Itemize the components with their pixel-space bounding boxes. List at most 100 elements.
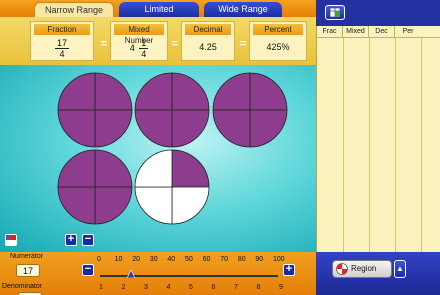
pie-slice-filled[interactable] (171, 109, 210, 148)
table-add-icon (329, 7, 341, 18)
pie-5[interactable] (134, 149, 210, 225)
fraction-box: Fraction 17 4 (30, 21, 94, 61)
fraction-denominator: 4 (59, 49, 65, 59)
mixed-number-box: Mixed Number 4 1 4 (110, 21, 168, 61)
results-table-header: Frac Mixed Dec Per (317, 26, 440, 38)
pie-slice-filled[interactable] (94, 186, 133, 225)
pie-slice-filled[interactable] (171, 72, 210, 111)
model-menu-arrow[interactable]: ▲ (394, 260, 406, 278)
slider-panel: Numerator 17 − 0 10 20 30 40 50 60 70 80 90 100 + … (0, 252, 316, 295)
pie-slice-empty[interactable] (134, 186, 173, 225)
pie-slice-filled[interactable] (134, 109, 173, 148)
numerator-tick-label: 70 (220, 256, 228, 263)
remove-pie-button[interactable]: − (82, 234, 94, 246)
pie-slice-empty[interactable] (134, 149, 173, 188)
pie-slice-filled[interactable] (57, 72, 96, 111)
pie-1[interactable] (57, 72, 133, 148)
denominator-tick-label: 4 (166, 284, 171, 291)
decimal-label: Decimal (185, 24, 231, 35)
pie-slice-filled[interactable] (94, 109, 133, 148)
table-toolbar (316, 0, 440, 26)
numerator-tick-label: 0 (97, 256, 101, 263)
denominator-tick-label: 2 (121, 284, 126, 291)
column-divider (395, 38, 396, 252)
numerator-tick-label: 90 (255, 256, 264, 263)
percent-value: 425% (266, 42, 290, 52)
mixed-number-label: Mixed Number (114, 24, 164, 45)
denominator-tick-label: 3 (144, 284, 148, 291)
region-model-icon[interactable] (5, 234, 17, 246)
pie-slice-filled[interactable] (94, 149, 133, 188)
add-pie-button[interactable]: + (65, 234, 77, 246)
numerator-tick-label: 40 (167, 256, 176, 263)
region-label: Region (351, 264, 377, 273)
pie-3[interactable] (212, 72, 288, 148)
fraction-numerator: 17 (54, 38, 69, 49)
column-header-dec: Dec (369, 26, 395, 37)
numerator-slider-thumb[interactable] (127, 270, 135, 278)
mixed-number-value: 4 1 4 (111, 38, 167, 59)
pie-slice-filled[interactable] (94, 72, 133, 111)
denominator-tick-label: 7 (234, 284, 238, 291)
tab-limited[interactable]: Limited (119, 2, 199, 17)
numerator-decrease-button[interactable]: − (82, 264, 94, 276)
pie-work-area: + − (0, 65, 316, 252)
numerator-tick-label: 20 (132, 256, 140, 263)
pie-slice-filled[interactable] (171, 149, 210, 188)
fraction-label: Fraction (34, 24, 90, 35)
column-header-mixed: Mixed (343, 26, 369, 37)
denominator-tick-label: 6 (211, 284, 216, 291)
region-pie-icon (336, 263, 348, 275)
numerator-tick-label: 100 (273, 256, 285, 263)
numerator-value[interactable]: 17 (16, 264, 40, 277)
pie-2[interactable] (134, 72, 210, 148)
conversion-row: Fraction 17 4 = Mixed Number 4 1 4 = Dec… (0, 17, 316, 65)
decimal-box: Decimal 4.25 (181, 21, 235, 61)
denominator-tick-label: 5 (189, 284, 193, 291)
pie-slice-filled[interactable] (134, 72, 173, 111)
column-divider (343, 38, 344, 252)
pie-slice-empty[interactable] (171, 186, 210, 225)
numerator-tick-label: 50 (185, 256, 193, 263)
numerator-tick-label: 30 (149, 256, 158, 263)
numerator-tick-label: 10 (114, 256, 123, 263)
mixed-numerator: 1 (139, 38, 149, 49)
column-divider (421, 38, 422, 252)
pie-slice-filled[interactable] (57, 149, 96, 188)
mixed-denominator: 4 (141, 49, 147, 59)
pie-slice-filled[interactable] (249, 72, 288, 111)
record-to-table-button[interactable] (325, 5, 345, 20)
percent-box: Percent 425% (249, 21, 307, 61)
tab-wide-range[interactable]: Wide Range (204, 2, 282, 17)
model-selector-panel: Region ▲ (316, 252, 440, 295)
mixed-whole: 4 (129, 42, 135, 53)
column-header-per: Per (402, 28, 414, 35)
fraction-value: 17 4 (31, 38, 93, 59)
percent-label: Percent (253, 24, 303, 35)
denominator-label: Denominator (2, 283, 43, 290)
region-model-button[interactable]: Region (332, 260, 392, 278)
decimal-value: 4.25 (199, 42, 217, 52)
tab-narrow-range[interactable]: Narrow Range (34, 2, 114, 17)
numerator-tick-label: 60 (202, 256, 211, 263)
numerator-increase-button[interactable]: + (283, 264, 295, 276)
denominator-tick-label: 9 (279, 284, 283, 291)
pie-slice-filled[interactable] (212, 72, 251, 111)
region-model-icon-graphic (6, 235, 16, 245)
pie-4[interactable] (57, 149, 133, 225)
equals-sign: = (100, 38, 108, 50)
column-header-frac: Frac (317, 26, 343, 37)
column-divider (369, 38, 370, 252)
pie-slice-filled[interactable] (57, 109, 96, 148)
pie-slice-filled[interactable] (57, 186, 96, 225)
range-tab-bar: Narrow Range Limited Wide Range (0, 0, 316, 17)
numerator-tick-label: 80 (237, 256, 246, 263)
pie-slice-filled[interactable] (249, 109, 288, 148)
numerator-label: Numerator (10, 253, 44, 260)
denominator-tick-label: 8 (256, 284, 261, 291)
equals-sign: = (171, 38, 179, 50)
pie-slice-filled[interactable] (212, 109, 251, 148)
results-table: Frac Mixed Dec Per (316, 26, 440, 252)
denominator-tick-label: 1 (99, 284, 103, 291)
equals-sign: = (239, 38, 247, 50)
